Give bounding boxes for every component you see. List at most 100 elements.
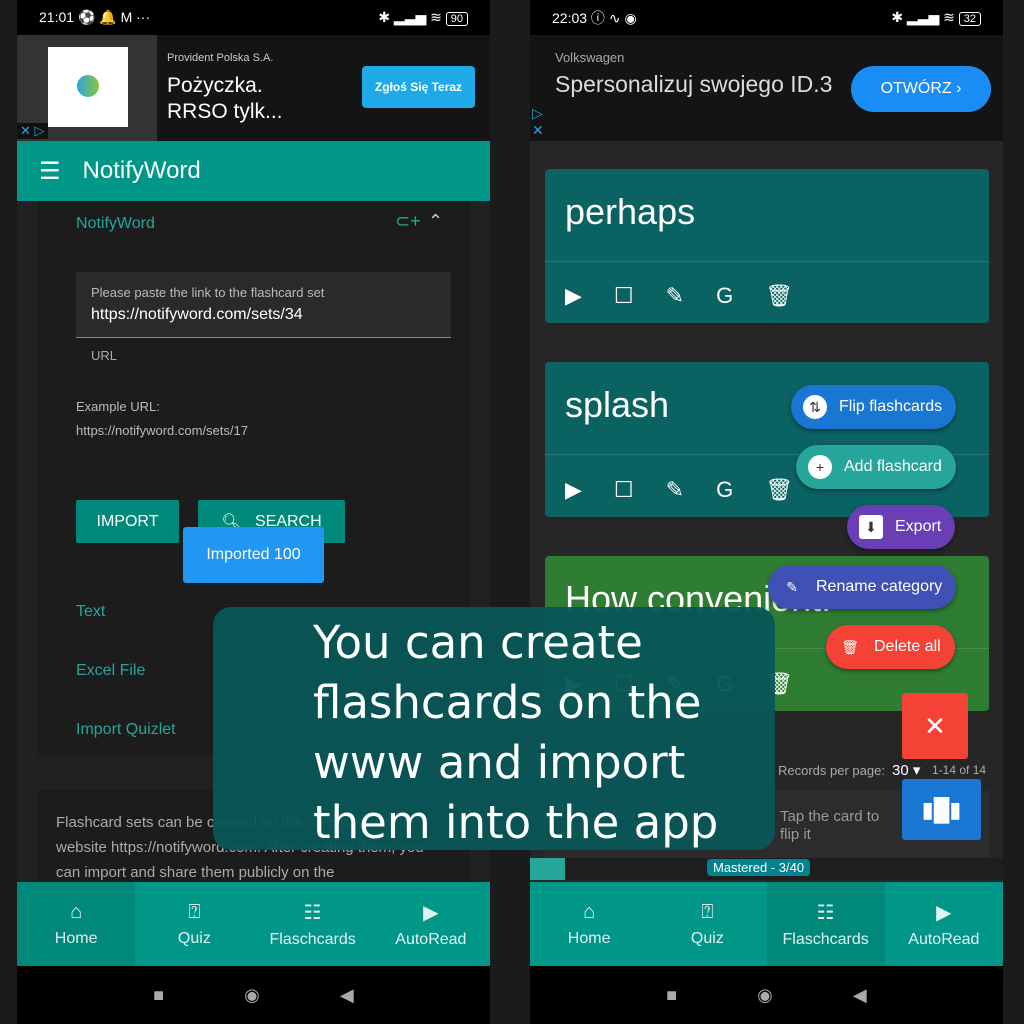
recents-icon[interactable]: ■ [666, 985, 677, 1006]
play-icon[interactable]: ▶ [565, 283, 582, 309]
url-input[interactable]: Please paste the link to the flashcard s… [76, 272, 451, 338]
status-bar: 22:03 ⓘ ∿ ◉ ✱ ▂▃▅ ≋ 32 [530, 0, 1003, 35]
flashcard-word: perhaps [565, 191, 696, 232]
nav-quiz[interactable]: ⍰ Quiz [135, 882, 253, 966]
home-icon: ⌂ [70, 900, 83, 923]
flashcard[interactable]: perhaps ▶ ☐ ✎ G 🗑︎ [545, 169, 989, 323]
edit-icon: ✎ [786, 578, 798, 595]
clock: 22:03 [552, 9, 588, 26]
nav-flashcards[interactable]: ☷ Flaschcards [254, 882, 372, 966]
ad-cta-button[interactable]: Zgłoś Się Teraz [362, 66, 475, 108]
section-excel[interactable]: Excel File [76, 662, 145, 680]
home-icon: ⌂ [583, 900, 596, 923]
plus-icon: + [808, 455, 832, 479]
ad-choices-icon[interactable]: ▷ ✕ [532, 105, 544, 139]
swap-icon: ⇅ [803, 395, 827, 419]
section-quizlet[interactable]: Import Quizlet [76, 721, 176, 739]
nav-label: Quiz [690, 929, 724, 947]
url-input-label: Please paste the link to the flashcard s… [91, 285, 325, 300]
system-nav: ■ ◉ ◀ [17, 966, 490, 1024]
add-flashcard-button[interactable]: + Add flashcard [796, 445, 956, 489]
system-nav: ■ ◉ ◀ [530, 966, 1003, 1024]
nav-label: AutoRead [395, 930, 467, 948]
delete-icon[interactable]: 🗑︎ [765, 283, 793, 309]
ad-choices-icon[interactable]: ✕ ▷ [17, 123, 48, 139]
ad-advertiser: Volkswagen [555, 50, 625, 65]
records-per-page-select[interactable]: 30 ▾ [892, 761, 920, 779]
nav-label: Flaschcards [782, 930, 869, 948]
import-button[interactable]: IMPORT [76, 500, 179, 543]
toast-message: Imported 100 [183, 527, 324, 583]
battery-icon: 90 [445, 12, 468, 26]
chevron-up-icon[interactable]: ⌃ [428, 211, 443, 232]
back-icon[interactable]: ◀ [853, 985, 867, 1006]
menu-icon[interactable]: ☰ [39, 157, 61, 186]
records-value: 30 [892, 762, 909, 779]
ad-advertiser: Provident Polska S.A. [167, 52, 274, 64]
ad-banner[interactable]: ✕ ▷ Provident Polska S.A. Pożyczka. RRSO… [17, 35, 490, 141]
flashcards-mode-button[interactable]: ▮█▮ [902, 779, 981, 840]
notification-icons: ⚽ 🔔 M ··· [77, 9, 151, 25]
nav-autoread[interactable]: ▶ AutoRead [885, 882, 1003, 966]
app-bar: ☰ NotifyWord [17, 141, 490, 201]
status-bar: 21:01 ⚽ 🔔 M ··· ✱ ▂▃▅ ≋ 90 [17, 0, 490, 35]
pagination-range: 1-14 of 14 [932, 763, 987, 777]
translate-icon[interactable]: G [716, 477, 733, 503]
url-helper: URL [91, 348, 118, 363]
back-icon[interactable]: ◀ [340, 985, 354, 1006]
link-add-icon[interactable]: ⊂+ [395, 211, 421, 232]
fab-label: Flip flashcards [839, 398, 943, 415]
nav-autoread[interactable]: ▶ AutoRead [372, 882, 490, 966]
app-title: NotifyWord [82, 157, 201, 184]
flashcard-word: splash [565, 384, 670, 425]
section-title: NotifyWord [76, 215, 155, 232]
nav-flashcards[interactable]: ☷ Flaschcards [766, 882, 885, 966]
edit-icon[interactable]: ✎ [666, 283, 684, 309]
checkbox-icon[interactable]: ☐ [614, 477, 634, 503]
fab-label: Delete all [874, 638, 941, 655]
example-label: Example URL: [76, 399, 160, 414]
ad-banner[interactable]: ▷ ✕ Volkswagen Spersonalizuj swojego ID.3… [530, 35, 1003, 141]
nav-home[interactable]: ⌂ Home [530, 882, 648, 966]
rename-category-button[interactable]: ✎ Rename category [768, 565, 957, 609]
nav-label: Flaschcards [269, 930, 356, 948]
right-phone: 22:03 ⓘ ∿ ◉ ✱ ▂▃▅ ≋ 32 ▷ ✕ Volkswagen Spe… [530, 0, 1003, 1024]
checkbox-icon[interactable]: ☐ [614, 283, 634, 309]
ad-cta-button[interactable]: OTWÓRZ › [851, 66, 991, 112]
section-text[interactable]: Text [76, 603, 105, 621]
list-icon: ☷ [303, 901, 322, 924]
list-icon: ☷ [816, 901, 835, 924]
nav-label: Quiz [177, 929, 211, 947]
example-url: https://notifyword.com/sets/17 [76, 423, 248, 438]
quiz-icon: ⍰ [701, 900, 714, 923]
ad-headline: Pożyczka. RRSO tylk... [167, 74, 283, 123]
edit-icon[interactable]: ✎ [666, 477, 684, 503]
delete-icon[interactable]: 🗑︎ [765, 477, 793, 503]
play-icon: ▶ [423, 901, 439, 924]
delete-all-button[interactable]: 🗑︎ Delete all [826, 625, 955, 669]
play-icon[interactable]: ▶ [565, 477, 582, 503]
delete-icon: 🗑︎ [841, 638, 859, 655]
url-input-value: https://notifyword.com/sets/34 [91, 306, 303, 323]
ad-headline: Spersonalizuj swojego ID.3 [555, 71, 833, 97]
home-button-icon[interactable]: ◉ [757, 985, 773, 1006]
nav-label: Home [54, 929, 98, 947]
flip-flashcards-button[interactable]: ⇅ Flip flashcards [791, 385, 957, 429]
ad-logo [48, 47, 128, 127]
close-fab-button[interactable]: ✕ [902, 693, 968, 759]
translate-icon[interactable]: G [716, 283, 733, 309]
hint-text: Tap the card to flip it [780, 808, 880, 843]
fab-label: Export [895, 518, 942, 535]
bottom-nav: ⌂ Home ⍰ Quiz ☷ Flaschcards ▶ AutoRead [17, 882, 490, 966]
export-button[interactable]: ⬇ Export [847, 505, 956, 549]
fab-label: Add flashcard [844, 458, 942, 475]
battery-icon: 32 [958, 12, 981, 26]
nav-label: Home [567, 929, 611, 947]
recents-icon[interactable]: ■ [153, 985, 164, 1006]
nav-quiz[interactable]: ⍰ Quiz [648, 882, 766, 966]
nav-home[interactable]: ⌂ Home [17, 882, 136, 966]
bottom-nav: ⌂ Home ⍰ Quiz ☷ Flaschcards ▶ AutoRead [530, 882, 1003, 966]
home-button-icon[interactable]: ◉ [244, 985, 260, 1006]
archive-icon: ⬇ [859, 515, 883, 539]
records-per-page-label: Records per page: [778, 763, 885, 778]
